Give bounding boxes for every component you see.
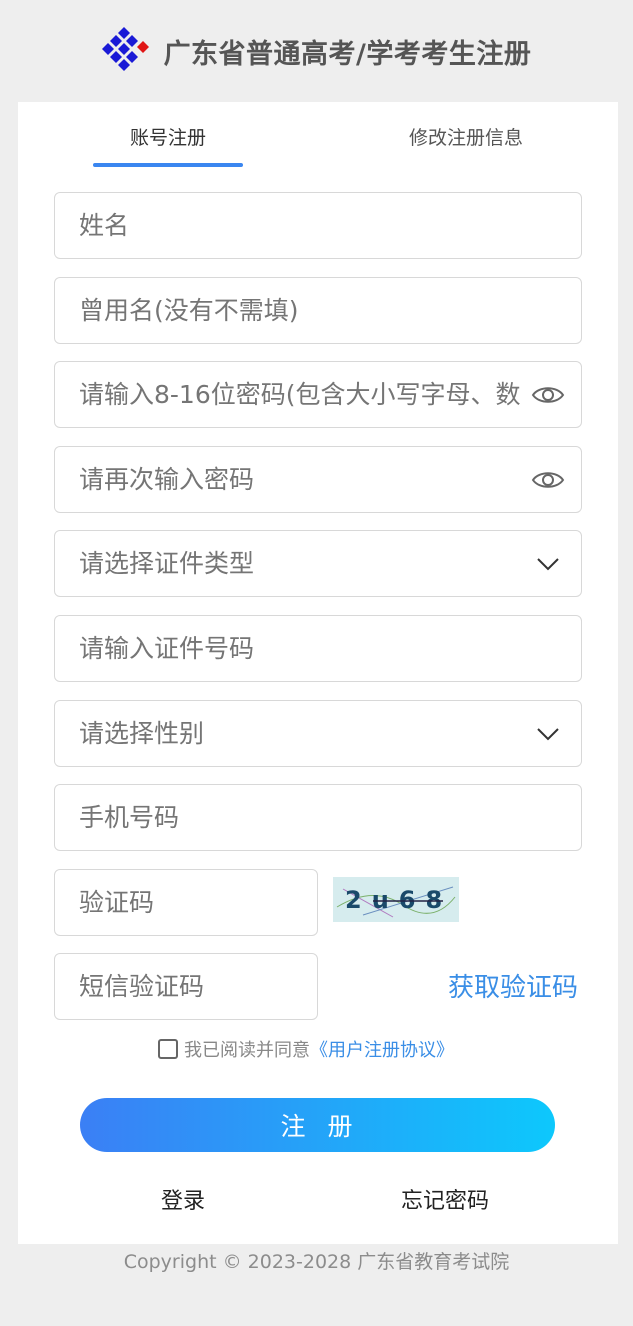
agreement-row: 我已阅读并同意 《用户注册协议》 <box>158 1036 454 1062</box>
eye-icon[interactable] <box>531 378 565 412</box>
footer-copyright: Copyright © 2023-2028 广东省教育考试院 <box>123 1250 510 1273</box>
register-card: 账号注册 修改注册信息 姓名 曾用名(没有不需填) 请输入8-16位密码(包含大… <box>18 102 618 1244</box>
tab-modify-register-info[interactable]: 修改注册信息 <box>391 102 541 170</box>
gender-select[interactable]: 请选择性别 <box>54 700 582 767</box>
page-header: 广东省普通高考/学考考生注册 <box>0 0 633 102</box>
phone-placeholder: 手机号码 <box>79 803 180 832</box>
sms-code-field[interactable]: 短信验证码 <box>54 953 318 1020</box>
id-number-field[interactable]: 请输入证件号码 <box>54 615 582 682</box>
captcha-text: 2u68 <box>345 886 452 914</box>
page-title: 广东省普通高考/学考考生注册 <box>163 38 532 70</box>
agreement-link[interactable]: 《用户注册协议》 <box>310 1036 454 1062</box>
gender-placeholder: 请选择性别 <box>79 719 205 748</box>
password-confirm-field[interactable]: 请再次输入密码 <box>54 446 582 513</box>
tab-account-register[interactable]: 账号注册 <box>93 102 243 170</box>
password-placeholder: 请输入8-16位密码(包含大小写字母、数 <box>79 380 521 409</box>
name-placeholder: 姓名 <box>79 211 130 240</box>
get-sms-code-button[interactable]: 获取验证码 <box>438 967 578 1003</box>
sms-code-placeholder: 短信验证码 <box>79 972 205 1001</box>
password-field[interactable]: 请输入8-16位密码(包含大小写字母、数 <box>54 361 582 428</box>
register-button[interactable]: 注 册 <box>80 1098 555 1152</box>
register-button-label: 注 册 <box>280 1112 355 1141</box>
login-link[interactable]: 登录 <box>161 1182 205 1216</box>
captcha-placeholder: 验证码 <box>79 888 155 917</box>
agreement-text: 我已阅读并同意 <box>184 1040 310 1061</box>
name-field[interactable]: 姓名 <box>54 192 582 259</box>
captcha-image[interactable]: 2u68 <box>333 877 459 922</box>
active-tab-indicator <box>93 163 243 167</box>
agreement-checkbox[interactable] <box>158 1039 178 1059</box>
id-type-placeholder: 请选择证件类型 <box>79 549 255 578</box>
phone-field[interactable]: 手机号码 <box>54 784 582 851</box>
eye-icon[interactable] <box>531 463 565 497</box>
forgot-password-link[interactable]: 忘记密码 <box>401 1182 489 1216</box>
former-name-field[interactable]: 曾用名(没有不需填) <box>54 277 582 344</box>
password-confirm-placeholder: 请再次输入密码 <box>79 465 255 494</box>
captcha-field[interactable]: 验证码 <box>54 869 318 936</box>
id-type-select[interactable]: 请选择证件类型 <box>54 530 582 597</box>
chevron-down-icon <box>531 547 565 581</box>
id-number-placeholder: 请输入证件号码 <box>79 634 255 663</box>
chevron-down-icon <box>531 717 565 751</box>
former-name-placeholder: 曾用名(没有不需填) <box>79 296 299 325</box>
diamond-logo-icon <box>101 27 149 71</box>
